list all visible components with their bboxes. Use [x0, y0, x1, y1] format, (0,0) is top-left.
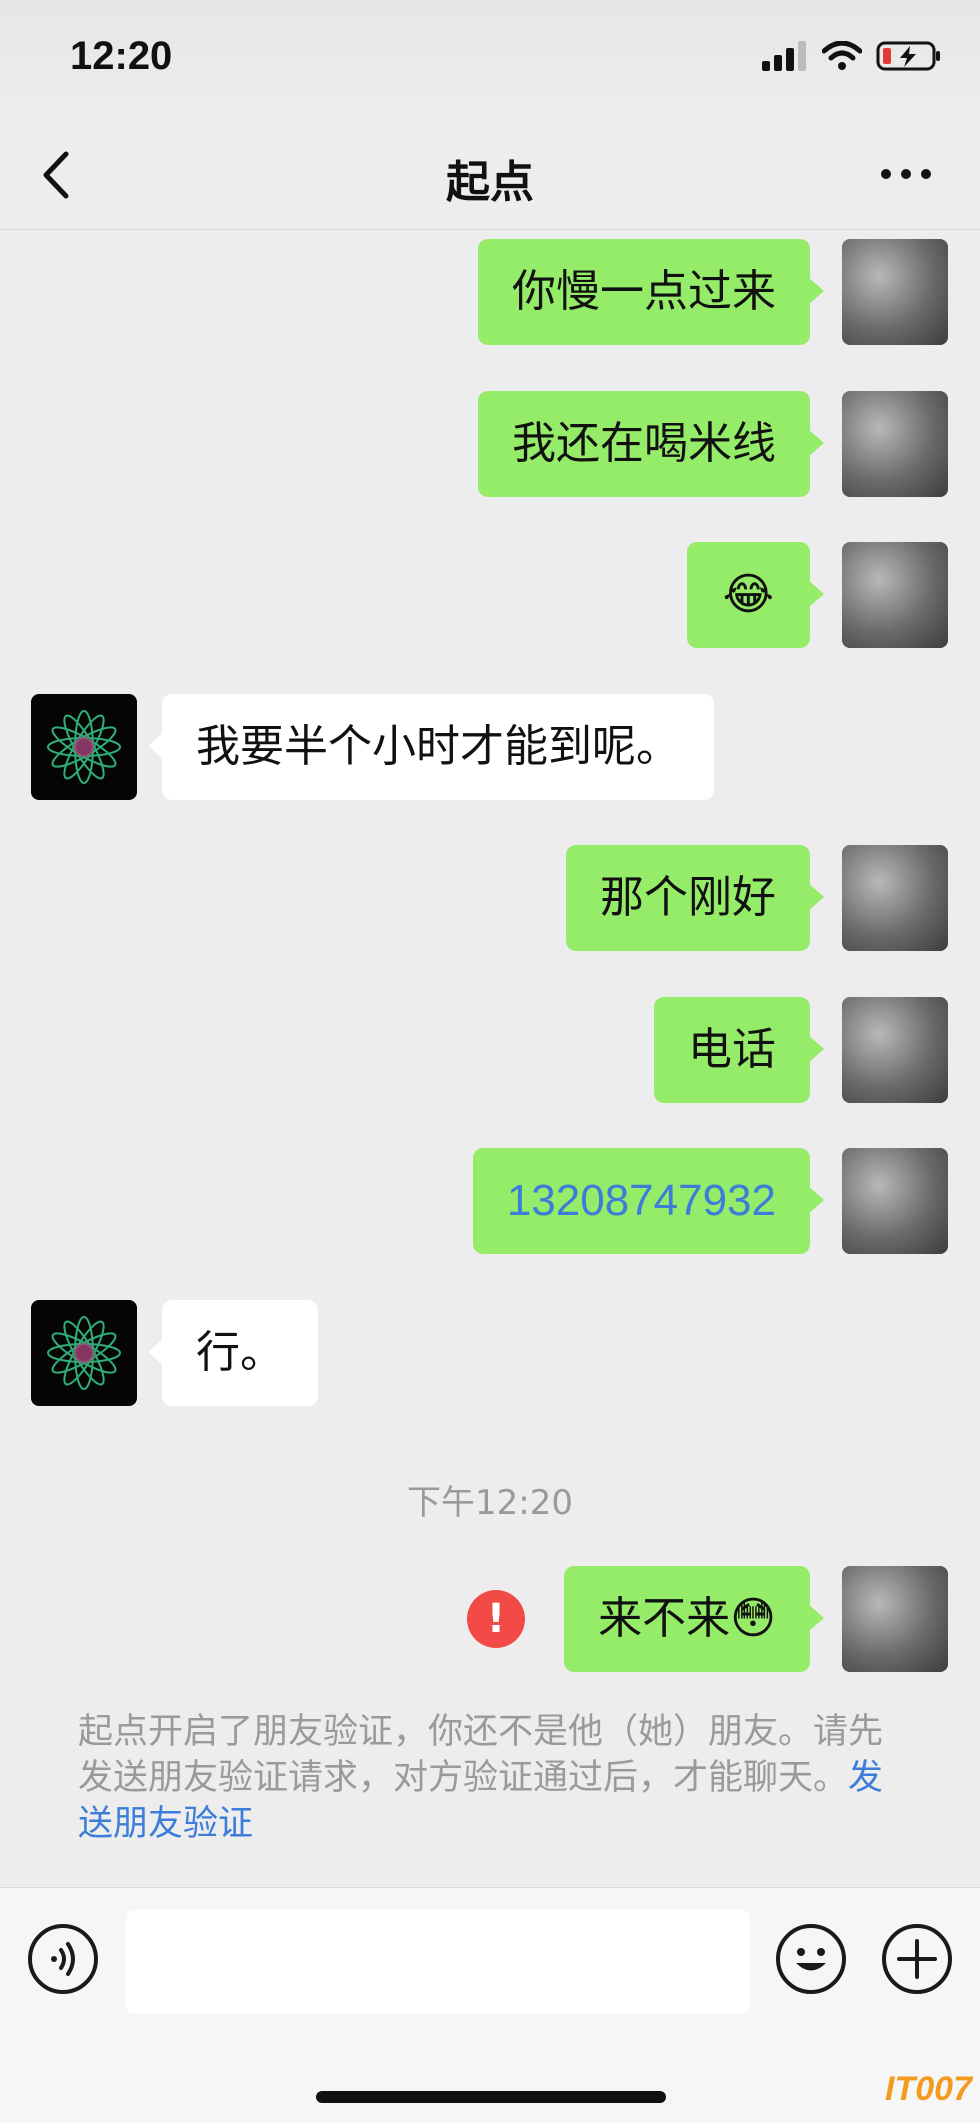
emoji-icon: [796, 1948, 826, 1971]
plus-icon: [897, 1939, 937, 1979]
my-avatar[interactable]: [842, 997, 948, 1103]
contact-avatar[interactable]: [31, 694, 137, 800]
message-row: 电话: [0, 997, 980, 1103]
more-button[interactable]: [878, 166, 934, 182]
flower-avatar-icon: [47, 1316, 121, 1390]
emoji-button[interactable]: [776, 1924, 846, 1994]
chat-title: 起点: [446, 157, 534, 208]
message-row: 13208747932: [0, 1148, 980, 1254]
message-row: ! 来不来😳: [0, 1566, 980, 1672]
battery-charging-icon: [876, 41, 940, 71]
home-indicator[interactable]: [316, 2091, 666, 2103]
more-dots-icon: [881, 169, 931, 179]
message-row: 那个刚好: [0, 845, 980, 951]
status-icons: [762, 40, 942, 72]
wifi-icon: [822, 41, 862, 70]
message-bubble[interactable]: 我还在喝米线: [478, 391, 824, 497]
message-bubble[interactable]: 那个刚好: [566, 845, 824, 951]
voice-icon: [51, 1942, 75, 1976]
my-avatar[interactable]: [842, 845, 948, 951]
message-bubble[interactable]: 你慢一点过来: [478, 239, 824, 345]
my-avatar[interactable]: [842, 1566, 948, 1672]
message-bubble[interactable]: 来不来😳: [564, 1566, 824, 1672]
plus-button[interactable]: [882, 1924, 952, 1994]
input-bar: [0, 1887, 980, 2123]
phone-number-link[interactable]: 13208747932: [507, 1176, 776, 1225]
message-row: 行。: [0, 1300, 980, 1406]
message-row: 我要半个小时才能到呢。: [0, 694, 980, 800]
voice-button[interactable]: [28, 1924, 98, 1994]
my-avatar[interactable]: [842, 542, 948, 648]
message-row: 你慢一点过来: [0, 239, 980, 345]
contact-avatar[interactable]: [31, 1300, 137, 1406]
message-timestamp: 下午12:20: [407, 1483, 573, 1523]
message-row: 我还在喝米线: [0, 391, 980, 497]
message-bubble[interactable]: 电话: [654, 997, 824, 1103]
message-row: 😂: [0, 542, 980, 648]
status-bar: 12:20: [0, 0, 980, 118]
nav-bar: 起点: [0, 118, 980, 230]
chat-area[interactable]: 你慢一点过来 我还在喝米线 😂 我要半个小时才能到呢。 那个刚好 电话 1320…: [0, 231, 980, 1887]
message-bubble[interactable]: 13208747932: [472, 1148, 825, 1254]
message-bubble[interactable]: 行。: [148, 1300, 318, 1406]
my-avatar[interactable]: [842, 1148, 948, 1254]
error-icon[interactable]: !: [467, 1590, 525, 1648]
message-bubble[interactable]: 我要半个小时才能到呢。: [148, 694, 714, 800]
status-time: 12:20: [70, 34, 173, 78]
signal-icon: [762, 41, 806, 71]
message-input[interactable]: [126, 1910, 750, 2014]
emoji-message-bubble[interactable]: 😂: [686, 542, 825, 648]
flower-avatar-icon: [47, 710, 121, 784]
my-avatar[interactable]: [842, 391, 948, 497]
system-notice-text: 起点开启了朋友验证，你还不是他（她）朋友。请先发送朋友验证请求，对方验证通过后，…: [78, 1712, 884, 1798]
watermark-logo: IT007: [885, 2070, 972, 2108]
my-avatar[interactable]: [842, 239, 948, 345]
system-notice: 起点开启了朋友验证，你还不是他（她）朋友。请先发送朋友验证请求，对方验证通过后，…: [78, 1709, 908, 1847]
